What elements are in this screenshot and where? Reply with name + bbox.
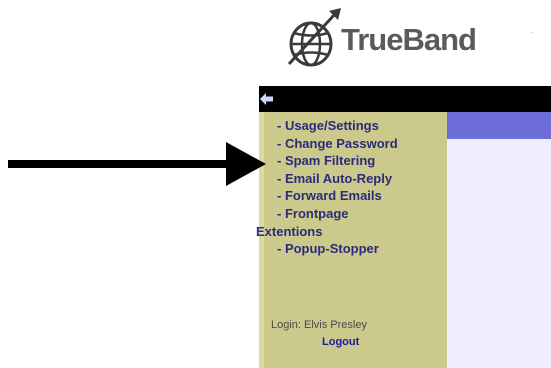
- menu-item-change-password[interactable]: - Change Password: [277, 135, 398, 153]
- brand-name: TrueBand: [341, 22, 477, 57]
- logout-link[interactable]: Logout: [322, 336, 359, 348]
- pointer-arrow-icon: [8, 142, 266, 186]
- globe-logo-icon: [287, 8, 341, 67]
- back-arrow-icon[interactable]: [260, 93, 274, 105]
- sidebar-menu: - Usage/Settings - Change Password - Spa…: [256, 117, 398, 258]
- trademark-mark: .: [531, 28, 533, 35]
- content-header-band: [447, 112, 551, 139]
- top-bar: [259, 86, 551, 112]
- login-status: Login: Elvis Presley: [271, 319, 367, 331]
- menu-item-popup-stopper[interactable]: - Popup-Stopper: [277, 240, 398, 258]
- menu-item-frontpage[interactable]: - Frontpage: [277, 205, 398, 223]
- content-area: [447, 139, 551, 368]
- menu-item-email-auto-reply[interactable]: - Email Auto-Reply: [277, 170, 398, 188]
- menu-item-forward-emails[interactable]: - Forward Emails: [277, 187, 398, 205]
- menu-item-frontpage-extentions[interactable]: Extentions: [256, 223, 398, 241]
- menu-item-usage-settings[interactable]: - Usage/Settings: [277, 117, 398, 135]
- trueband-logo: TrueBand .: [283, 6, 545, 72]
- menu-item-spam-filtering[interactable]: - Spam Filtering: [277, 152, 398, 170]
